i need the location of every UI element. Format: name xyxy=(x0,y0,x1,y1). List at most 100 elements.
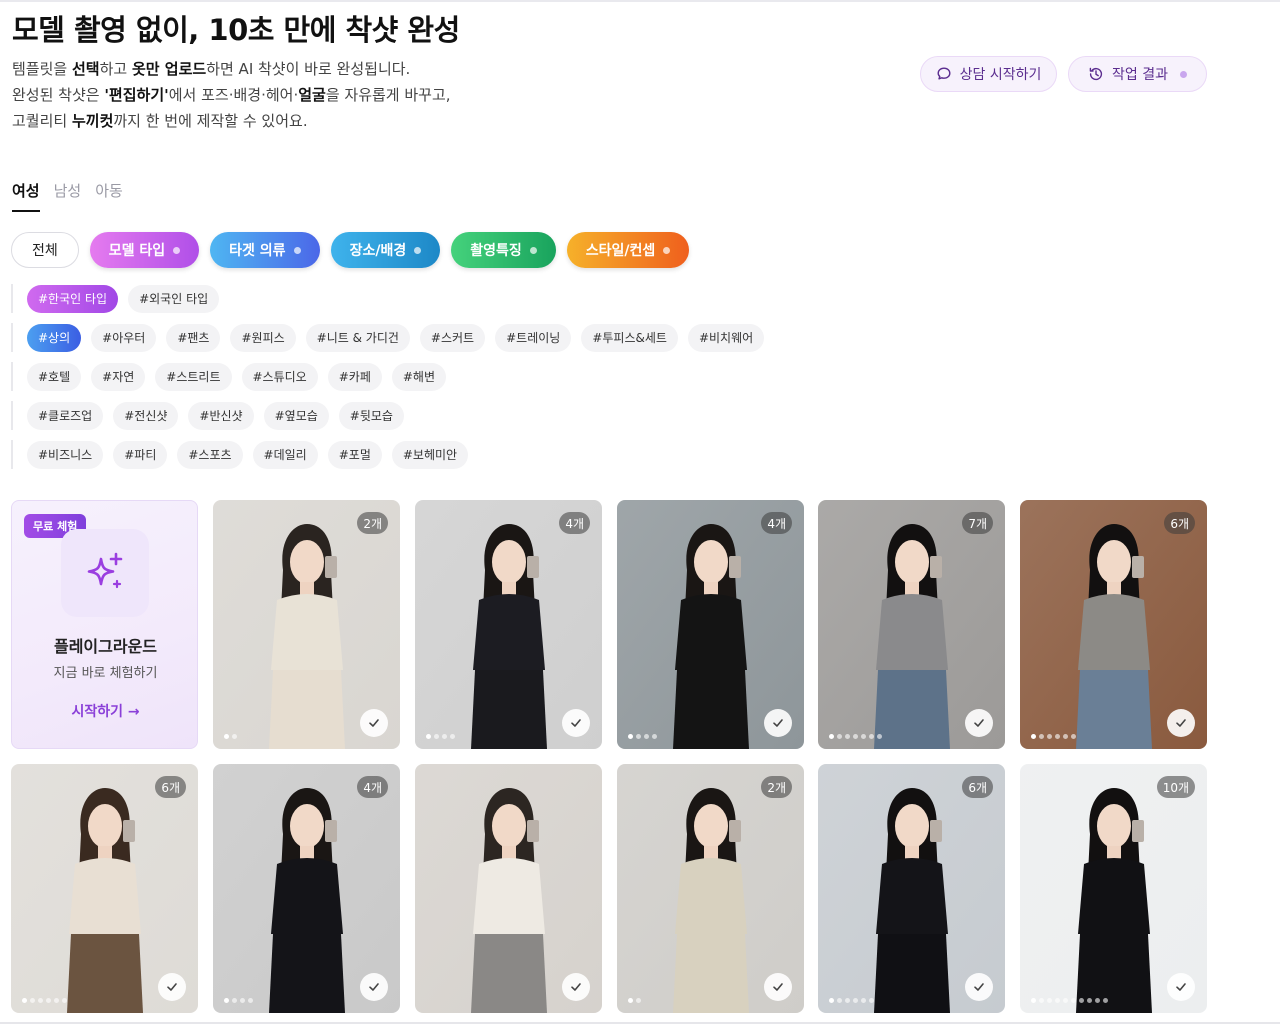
template-card[interactable]: 6개 xyxy=(1020,500,1207,749)
tag-chip[interactable]: #반신샷 xyxy=(188,401,254,430)
carousel-dot[interactable] xyxy=(442,734,447,739)
template-card[interactable]: 7개 xyxy=(818,500,1005,749)
select-check-button[interactable] xyxy=(360,973,388,1001)
template-card[interactable]: 6개 xyxy=(11,764,198,1013)
tag-chip[interactable]: #팬츠 xyxy=(166,323,221,352)
tag-chip[interactable]: #파티 xyxy=(113,440,168,469)
tag-chip[interactable]: #비즈니스 xyxy=(27,440,104,469)
carousel-dot[interactable] xyxy=(240,998,245,1003)
carousel-dot[interactable] xyxy=(1055,998,1060,1003)
tag-chip[interactable]: #데일리 xyxy=(252,440,318,469)
tag-chip[interactable]: #호텔 xyxy=(27,362,82,391)
carousel-dot[interactable] xyxy=(1047,998,1052,1003)
tag-chip[interactable]: #포멀 xyxy=(327,440,382,469)
template-card[interactable]: 10개 xyxy=(1020,764,1207,1013)
carousel-dot[interactable] xyxy=(1079,998,1084,1003)
tag-chip[interactable]: #뒷모습 xyxy=(338,401,404,430)
template-card[interactable]: 6개 xyxy=(818,764,1005,1013)
carousel-dot[interactable] xyxy=(62,998,67,1003)
carousel-dot[interactable] xyxy=(636,998,641,1003)
carousel-dot[interactable] xyxy=(628,734,633,739)
select-check-button[interactable] xyxy=(562,973,590,1001)
carousel-dot[interactable] xyxy=(1103,998,1108,1003)
tag-chip[interactable]: #해변 xyxy=(391,362,446,391)
select-check-button[interactable] xyxy=(360,709,388,737)
select-check-button[interactable] xyxy=(562,709,590,737)
consult-button[interactable]: 상담 시작하기 xyxy=(920,56,1057,92)
tag-chip[interactable]: #외국인 타입 xyxy=(128,284,220,313)
carousel-dot[interactable] xyxy=(837,998,842,1003)
tag-chip[interactable]: #옆모습 xyxy=(263,401,329,430)
carousel-dot[interactable] xyxy=(877,734,882,739)
carousel-dot[interactable] xyxy=(224,998,229,1003)
carousel-dot[interactable] xyxy=(636,734,641,739)
carousel-dot[interactable] xyxy=(434,734,439,739)
tab-male[interactable]: 남성 xyxy=(54,180,82,212)
tag-chip[interactable]: #카페 xyxy=(327,362,382,391)
promo-start-link[interactable]: 시작하기 → xyxy=(12,701,199,721)
tag-chip[interactable]: #상의 xyxy=(27,323,82,352)
tag-chip[interactable]: #니트 & 가디건 xyxy=(305,323,410,352)
tag-chip[interactable]: #스포츠 xyxy=(177,440,243,469)
tag-chip[interactable]: #자연 xyxy=(91,362,146,391)
select-check-button[interactable] xyxy=(1167,709,1195,737)
carousel-dot[interactable] xyxy=(54,998,59,1003)
select-check-button[interactable] xyxy=(764,709,792,737)
carousel-dot[interactable] xyxy=(1039,998,1044,1003)
category-target-clothing[interactable]: 타겟 의류 xyxy=(210,232,320,268)
carousel-dot[interactable] xyxy=(22,998,27,1003)
carousel-dot[interactable] xyxy=(644,734,649,739)
category-shooting-feature[interactable]: 촬영특징 xyxy=(451,232,556,268)
carousel-dot[interactable] xyxy=(232,734,237,739)
category-model-type[interactable]: 모델 타입 xyxy=(89,232,200,268)
category-style-concept[interactable]: 스타일/컨셉 xyxy=(566,232,690,268)
carousel-dot[interactable] xyxy=(861,998,866,1003)
tag-chip[interactable]: #보헤미안 xyxy=(391,440,469,469)
carousel-dot[interactable] xyxy=(1039,734,1044,739)
work-result-button[interactable]: 작업 결과 xyxy=(1068,56,1207,92)
carousel-dot[interactable] xyxy=(853,734,858,739)
template-card[interactable] xyxy=(415,764,602,1013)
template-card[interactable]: 4개 xyxy=(617,500,804,749)
tab-female[interactable]: 여성 xyxy=(12,180,40,212)
tag-chip[interactable]: #원피스 xyxy=(230,323,296,352)
tag-chip[interactable]: #클로즈업 xyxy=(27,401,104,430)
carousel-dot[interactable] xyxy=(1095,998,1100,1003)
carousel-dot[interactable] xyxy=(38,998,43,1003)
tag-chip[interactable]: #트레이닝 xyxy=(495,323,572,352)
carousel-dot[interactable] xyxy=(1071,998,1076,1003)
tag-chip[interactable]: #비치웨어 xyxy=(687,323,765,352)
select-check-button[interactable] xyxy=(764,973,792,1001)
carousel-dot[interactable] xyxy=(1071,734,1076,739)
carousel-dot[interactable] xyxy=(1047,734,1052,739)
carousel-dot[interactable] xyxy=(46,998,51,1003)
carousel-dot[interactable] xyxy=(845,734,850,739)
tag-chip[interactable]: #스커트 xyxy=(419,323,486,352)
carousel-dot[interactable] xyxy=(1063,998,1068,1003)
tag-chip[interactable]: #한국인 타입 xyxy=(27,284,119,313)
carousel-dot[interactable] xyxy=(30,998,35,1003)
carousel-dot[interactable] xyxy=(861,734,866,739)
select-check-button[interactable] xyxy=(965,709,993,737)
carousel-dot[interactable] xyxy=(869,998,874,1003)
tab-kids[interactable]: 아동 xyxy=(95,180,123,212)
tag-chip[interactable]: #스트리트 xyxy=(155,362,232,391)
carousel-dot[interactable] xyxy=(1087,998,1092,1003)
carousel-dot[interactable] xyxy=(845,998,850,1003)
carousel-dot[interactable] xyxy=(232,998,237,1003)
template-card[interactable]: 4개 xyxy=(213,764,400,1013)
carousel-dot[interactable] xyxy=(1063,734,1068,739)
carousel-dot[interactable] xyxy=(829,998,834,1003)
tag-chip[interactable]: #아우터 xyxy=(91,323,157,352)
carousel-dot[interactable] xyxy=(869,734,874,739)
tag-chip[interactable]: #투피스&세트 xyxy=(581,323,678,352)
carousel-dot[interactable] xyxy=(426,734,431,739)
carousel-dot[interactable] xyxy=(652,734,657,739)
carousel-dot[interactable] xyxy=(853,998,858,1003)
template-card[interactable]: 4개 xyxy=(415,500,602,749)
tag-chip[interactable]: #스튜디오 xyxy=(241,362,318,391)
select-check-button[interactable] xyxy=(158,973,186,1001)
tag-chip[interactable]: #전신샷 xyxy=(113,401,179,430)
template-card[interactable]: 2개 xyxy=(213,500,400,749)
carousel-dot[interactable] xyxy=(628,998,633,1003)
